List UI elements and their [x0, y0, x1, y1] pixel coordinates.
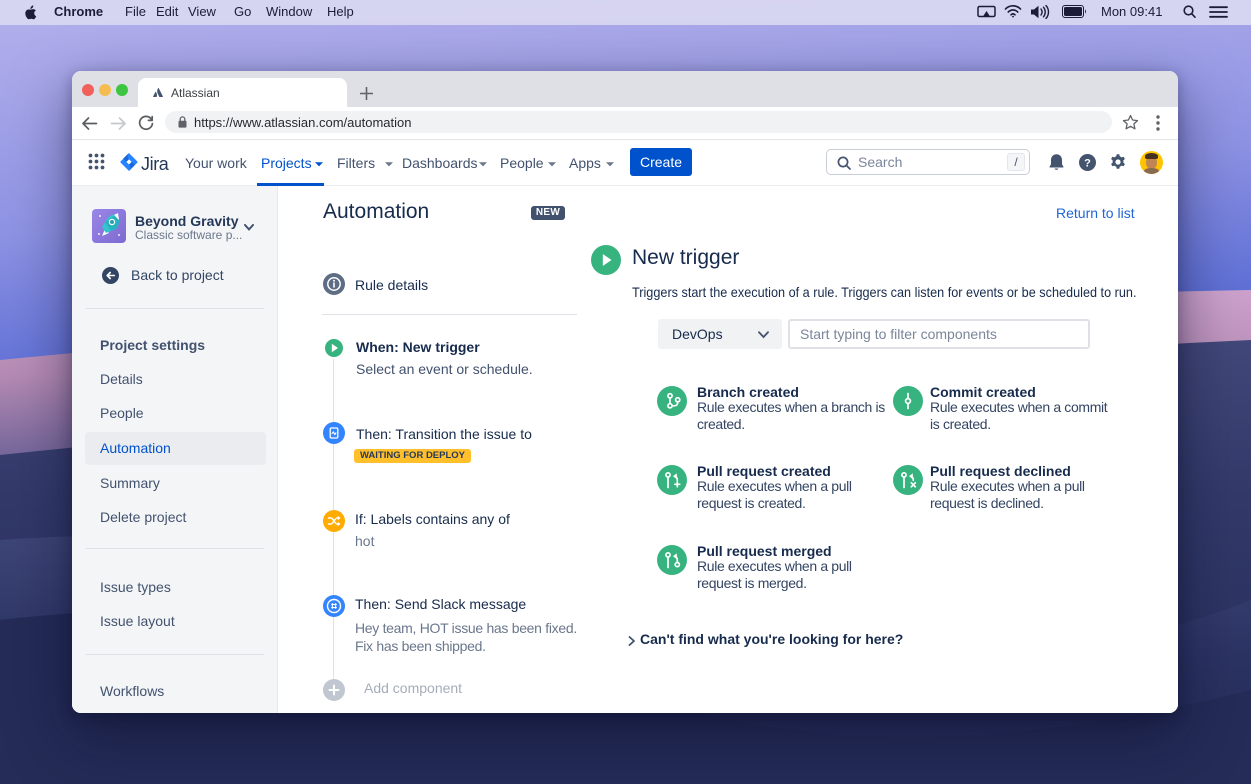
- svg-text:?: ?: [1084, 157, 1091, 169]
